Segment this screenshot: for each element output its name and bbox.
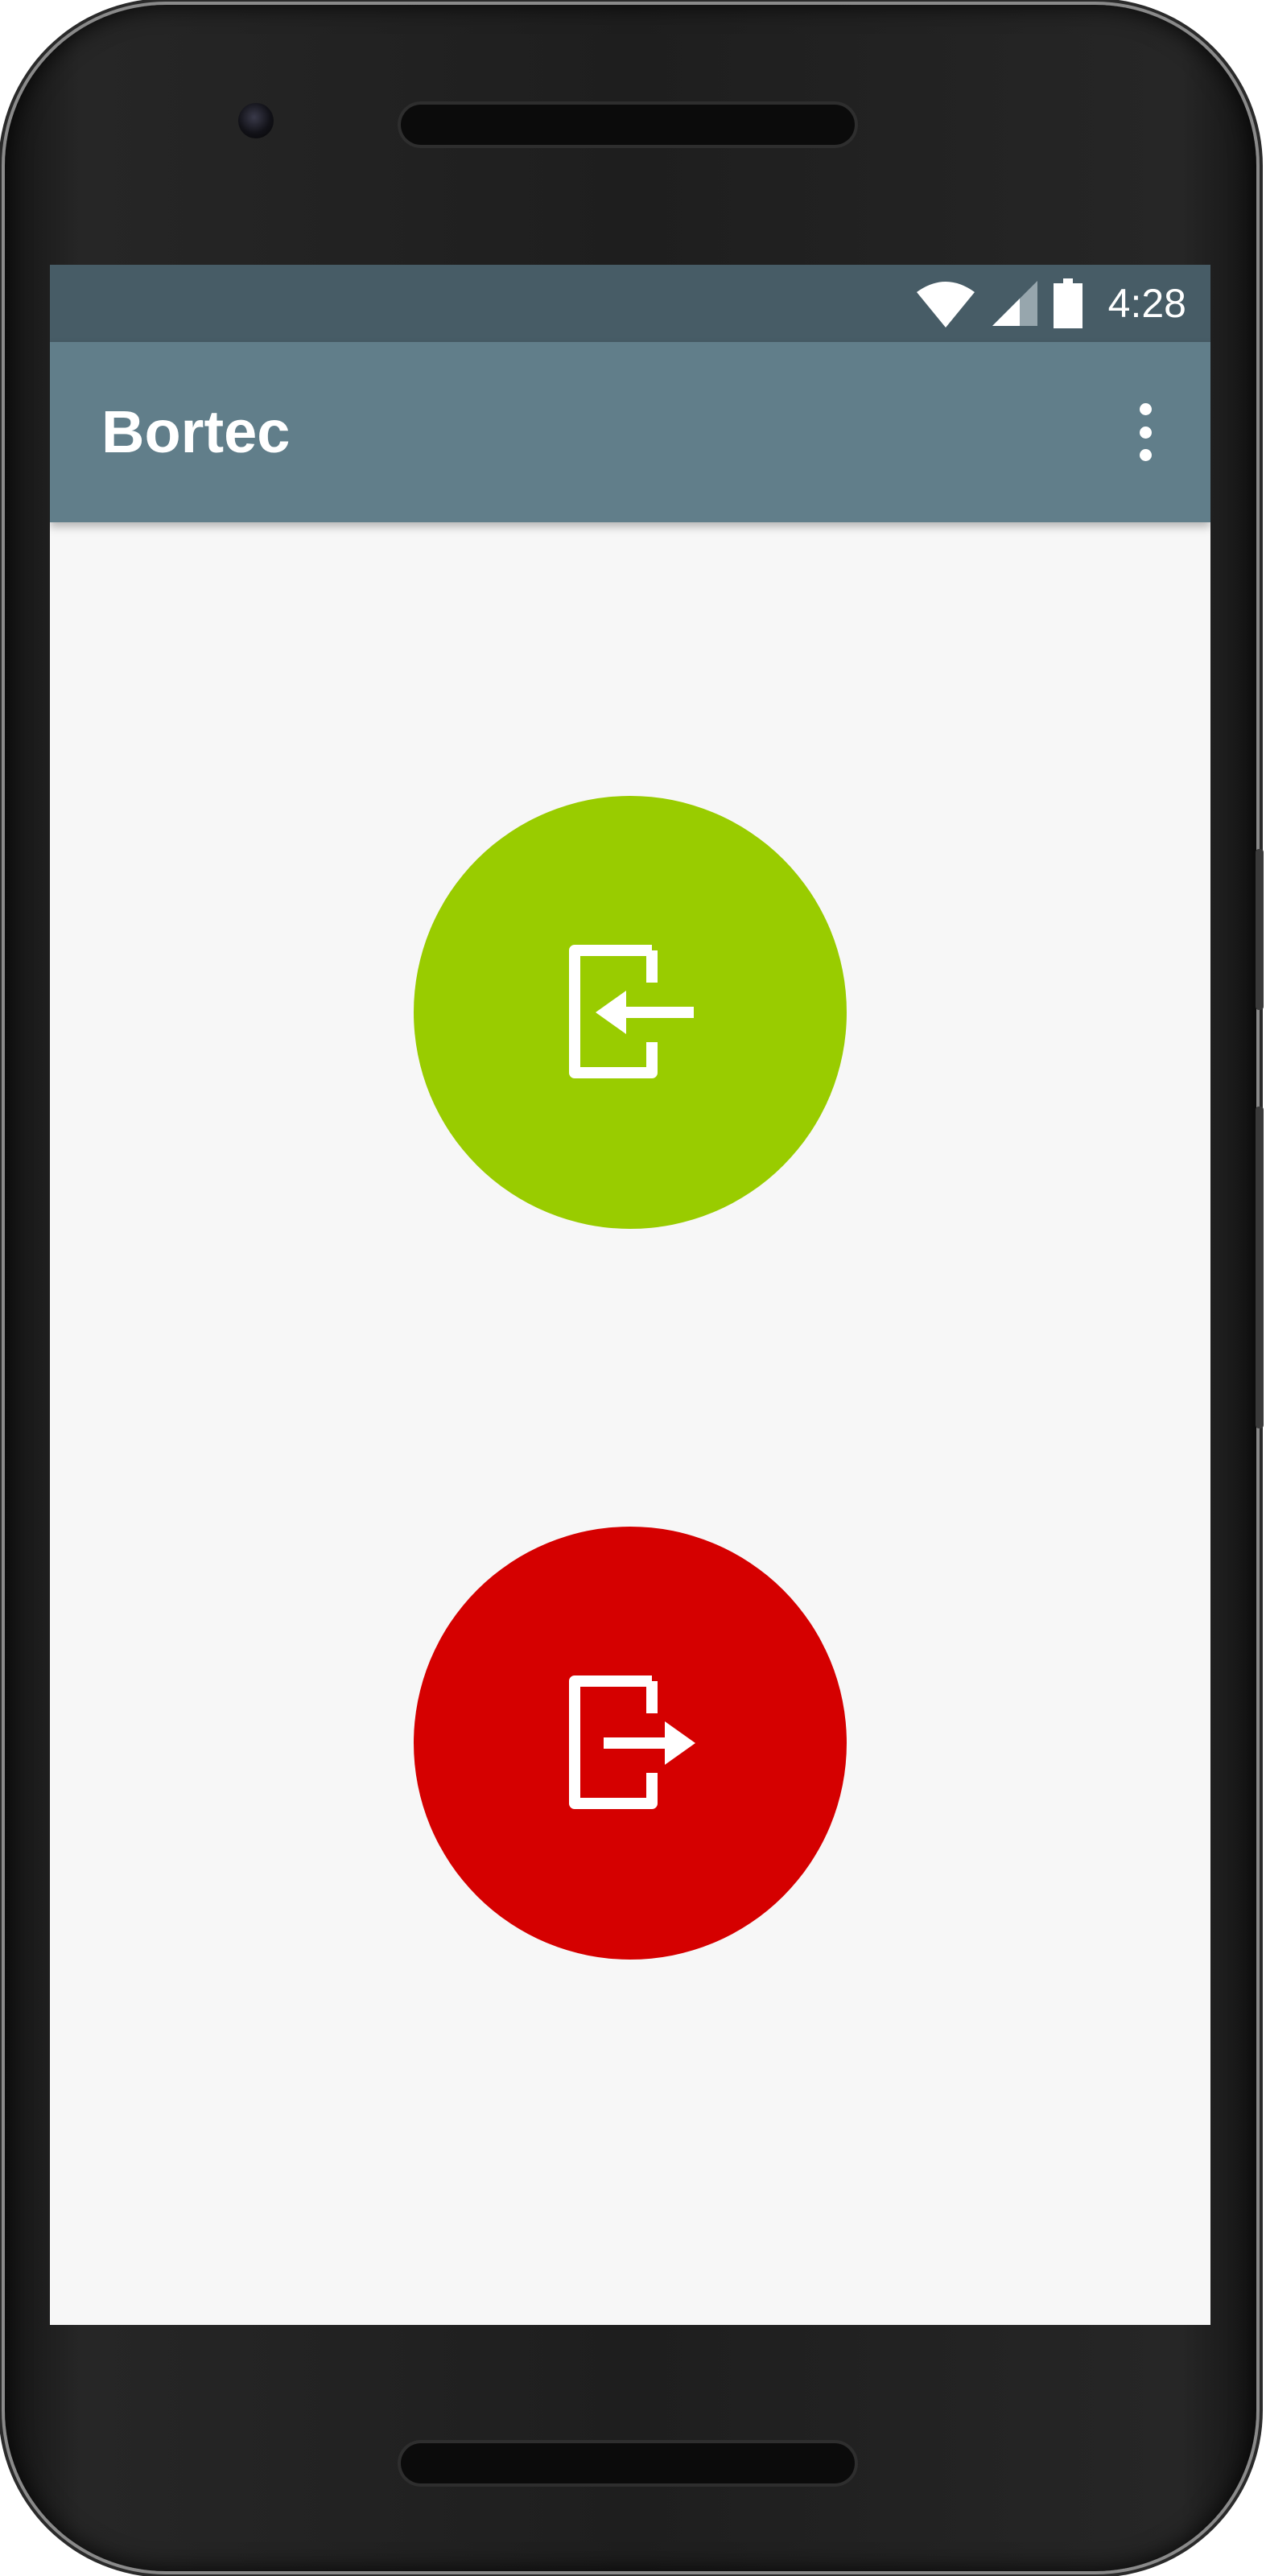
overflow-menu-icon[interactable]	[1132, 403, 1159, 461]
check-out-button[interactable]	[414, 1527, 847, 1960]
cell-signal-icon	[992, 281, 1037, 326]
login-icon	[569, 945, 694, 1078]
top-speaker	[401, 105, 855, 145]
check-in-button[interactable]	[414, 796, 847, 1229]
status-time: 4:28	[1107, 281, 1186, 326]
logout-icon	[569, 1675, 695, 1809]
status-bar: 4:28	[50, 265, 1210, 342]
power-button	[1256, 849, 1264, 1010]
app-bar: Bortec	[50, 342, 1210, 522]
front-camera	[238, 103, 274, 138]
app-title: Bortec	[101, 398, 291, 465]
bottom-speaker	[401, 2443, 855, 2483]
battery-icon	[1053, 278, 1082, 328]
app-screen: 4:28 Bortec	[50, 265, 1210, 2325]
volume-button	[1256, 1107, 1264, 1428]
status-icons: 4:28	[915, 265, 1186, 342]
wifi-icon	[916, 282, 975, 328]
